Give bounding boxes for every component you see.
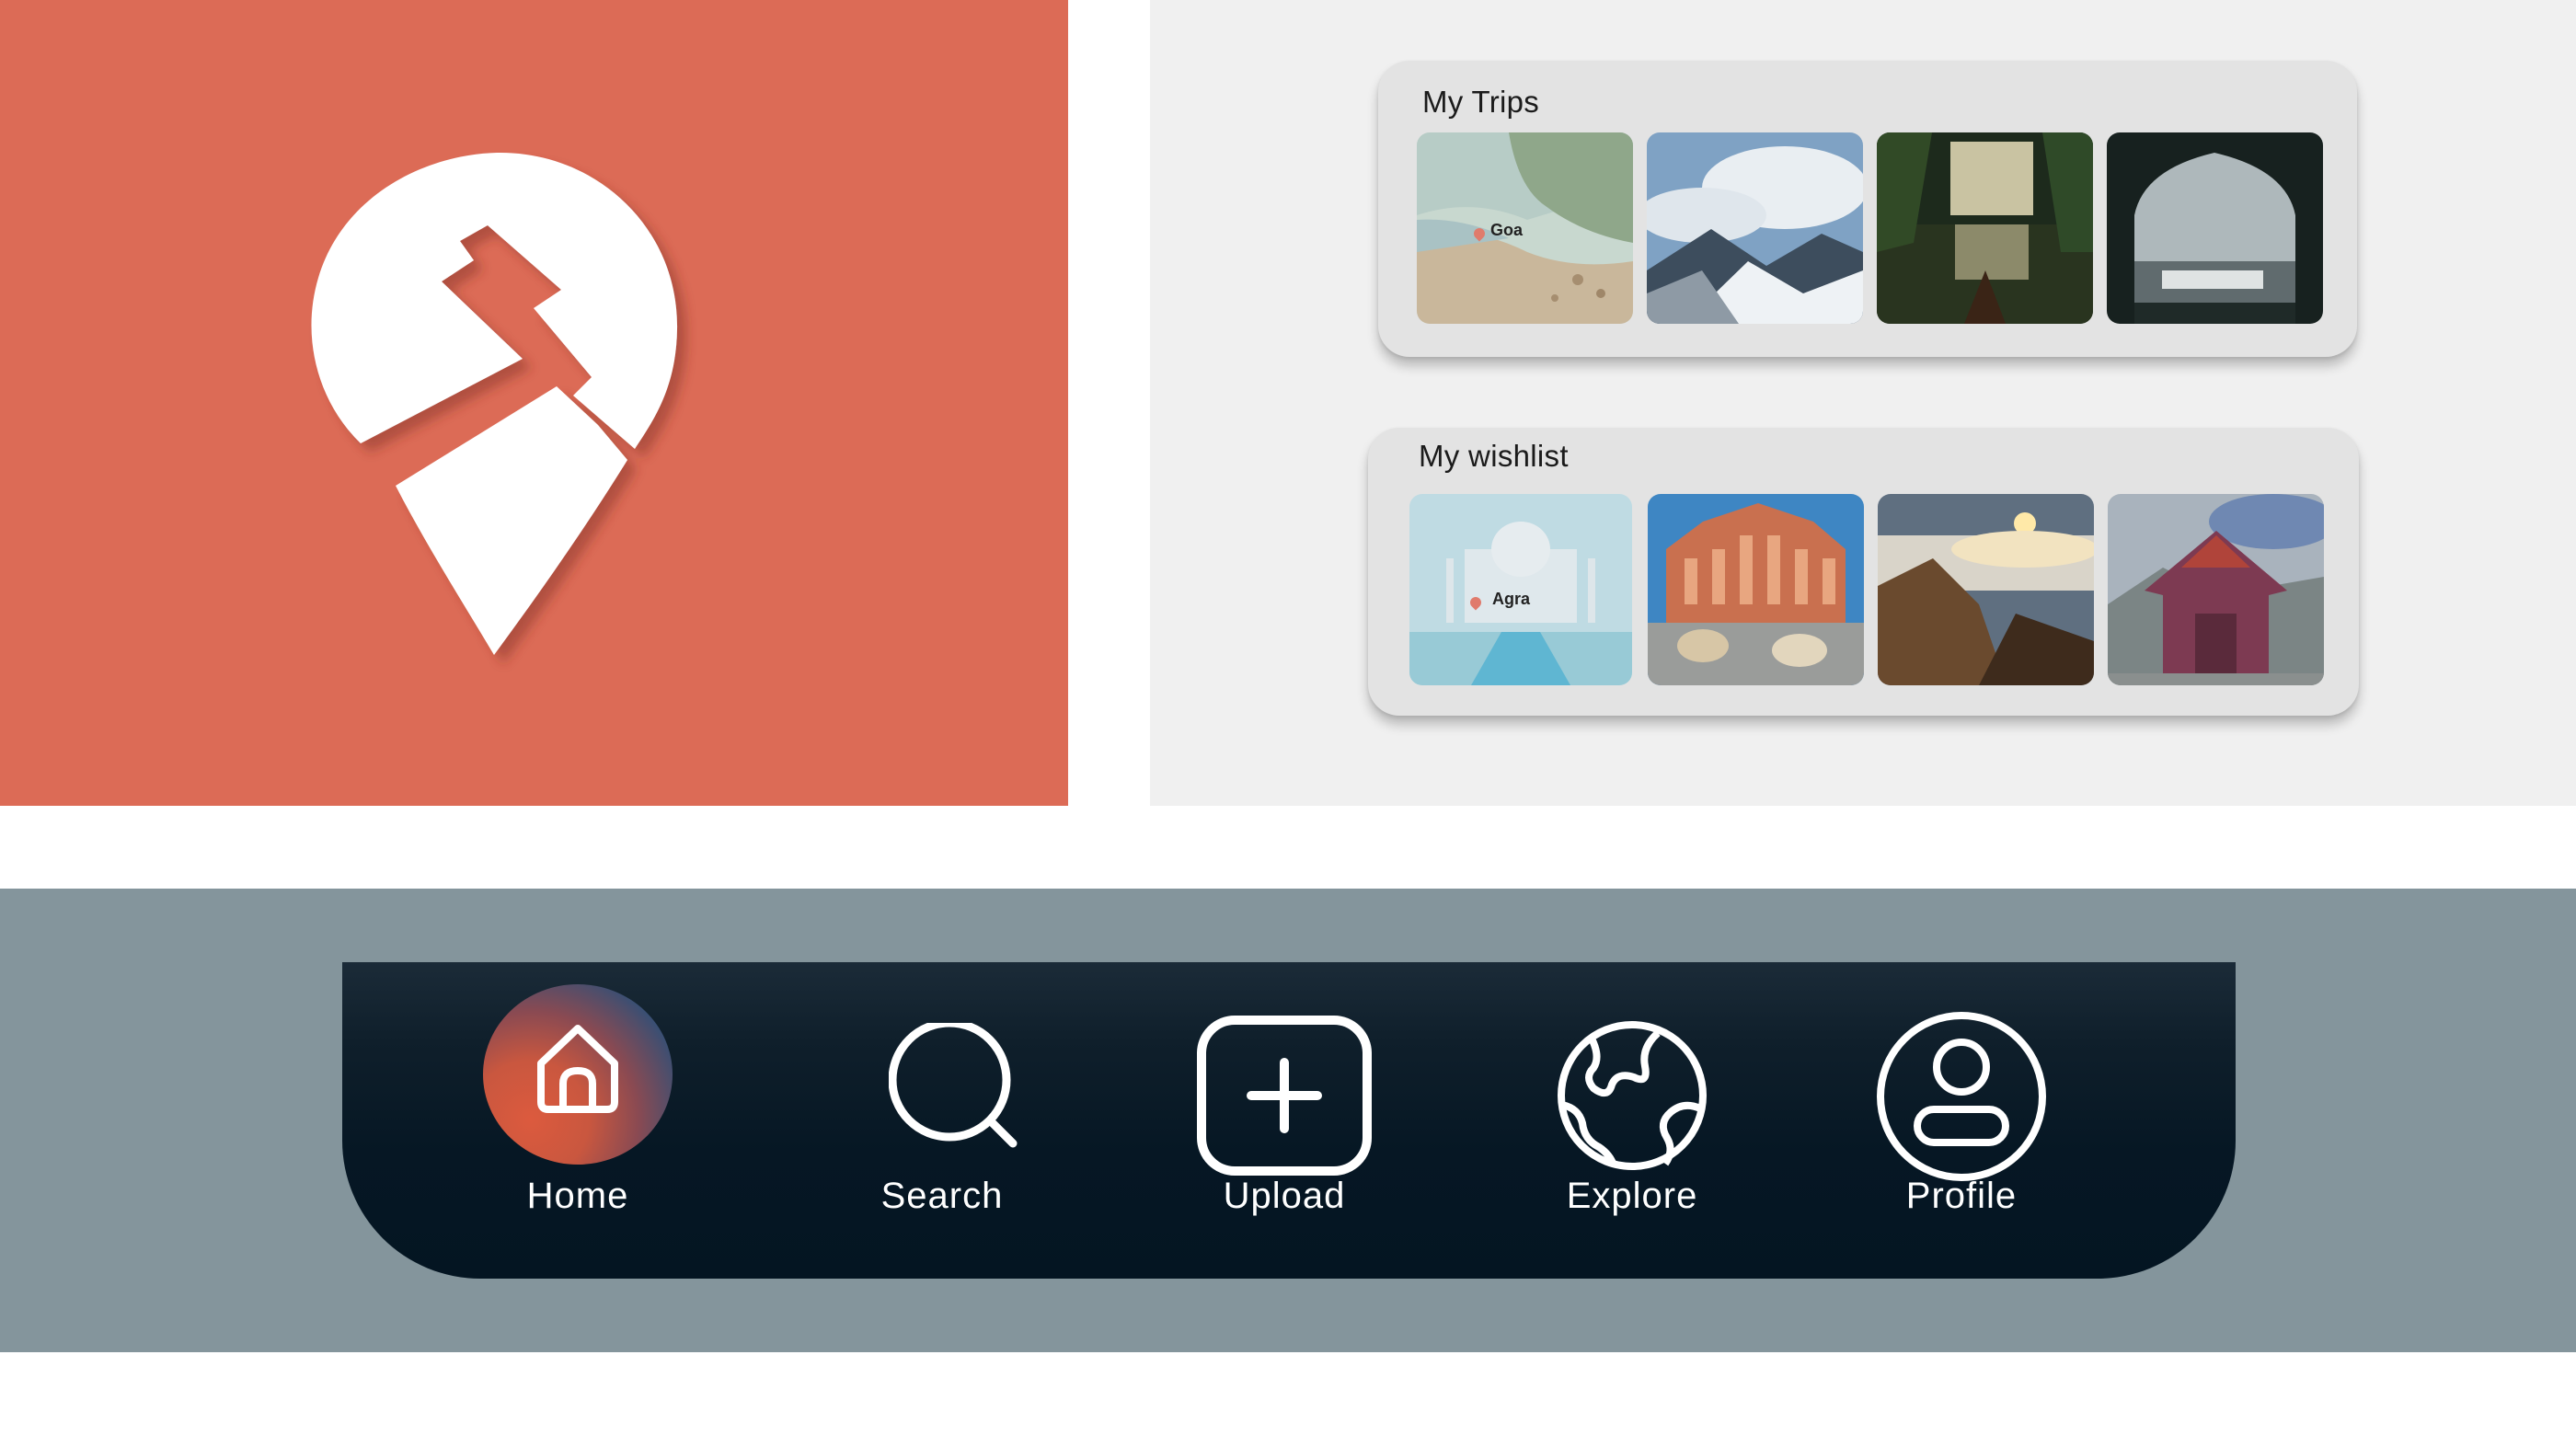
monastery-photo[interactable] [2108, 494, 2324, 685]
place-tag-agra: Agra [1492, 590, 1531, 608]
taj-mahal-photo[interactable]: Agra [1409, 494, 1632, 685]
hawa-mahal-photo[interactable] [1648, 494, 1864, 685]
bottom-nav-bar: Home Search Upload Explore Profile [342, 962, 2236, 1279]
home-icon [537, 1025, 618, 1113]
upload-plus-icon [1197, 1016, 1372, 1176]
my-trips-card: My Trips Goa [1378, 61, 2357, 357]
my-wishlist-card: My wishlist Agra [1368, 428, 2359, 716]
logo-panel [0, 0, 1068, 806]
snowy-mountains-photo[interactable] [1647, 132, 1863, 324]
nav-item-upload[interactable]: Upload [1146, 962, 1422, 1279]
sunrise-clouds-photo[interactable] [1878, 494, 2094, 685]
search-icon [889, 1023, 1018, 1148]
backwaters-palm-photo[interactable] [1877, 132, 2093, 324]
globe-icon [1558, 1021, 1707, 1170]
my-trips-title: My Trips [1422, 85, 1540, 119]
map-pin-t-icon [311, 152, 678, 655]
nav-item-home[interactable]: Home [440, 962, 716, 1279]
lake-palace-arch-photo[interactable] [2107, 132, 2323, 324]
nav-item-search[interactable]: Search [804, 962, 1080, 1279]
place-tag-goa: Goa [1490, 221, 1524, 239]
nav-label-profile: Profile [1905, 1176, 2018, 1216]
beach-photo[interactable]: Goa [1417, 132, 1633, 324]
nav-label-explore: Explore [1566, 1176, 1698, 1216]
nav-item-profile[interactable]: Profile [1823, 962, 2099, 1279]
nav-label-upload: Upload [1223, 1176, 1346, 1216]
profile-icon [1877, 1012, 2046, 1181]
nav-panel: Home Search Upload Explore Profile [0, 889, 2576, 1352]
nav-label-home: Home [526, 1176, 629, 1216]
my-wishlist-title: My wishlist [1419, 439, 1569, 473]
cards-panel: My Trips Goa My wishlist Agra [1150, 0, 2576, 806]
nav-label-search: Search [880, 1176, 1004, 1216]
nav-item-explore[interactable]: Explore [1494, 962, 1770, 1279]
